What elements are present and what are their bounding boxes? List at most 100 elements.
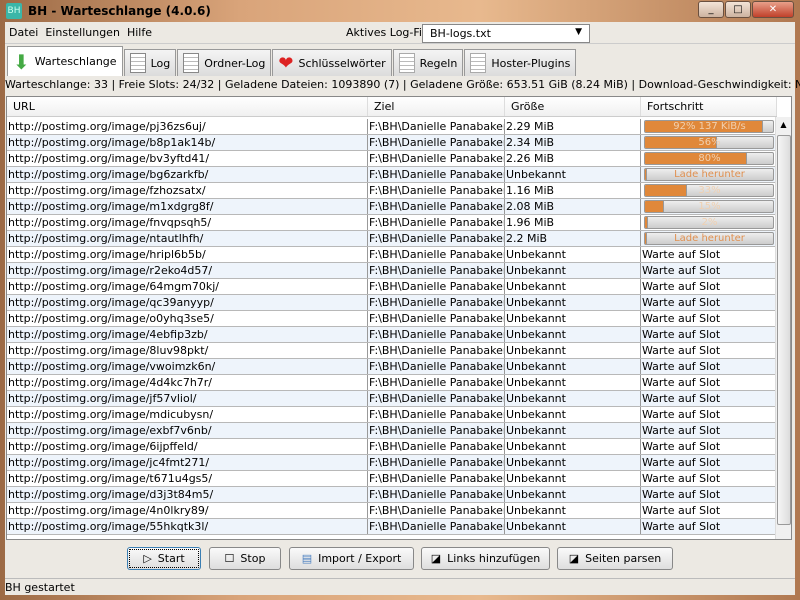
table-row[interactable]: http://postimg.org/image/o0yhq3se5/F:\BH… bbox=[7, 311, 777, 327]
button-label: Start bbox=[157, 552, 185, 565]
table-row[interactable]: http://postimg.org/image/fzhozsatx/F:\BH… bbox=[7, 183, 777, 199]
ziel-cell: F:\BH\Danielle Panabaker... bbox=[369, 247, 505, 262]
maximize-button[interactable]: □ bbox=[725, 1, 751, 18]
menu-datei[interactable]: Datei bbox=[6, 26, 41, 39]
progress-cell: Warte auf Slot bbox=[641, 503, 777, 518]
table-row[interactable]: http://postimg.org/image/4ebfip3zb/F:\BH… bbox=[7, 327, 777, 343]
ziel-cell: F:\BH\Danielle Panabaker... bbox=[369, 279, 505, 294]
table-row[interactable]: http://postimg.org/image/55hkqtk3l/F:\BH… bbox=[7, 519, 777, 535]
tab-schluesselwoerter[interactable]: ❤ Schlüsselwörter bbox=[272, 49, 392, 76]
scroll-thumb[interactable] bbox=[777, 135, 791, 525]
progress-fill bbox=[645, 185, 688, 196]
button-label: Seiten parsen bbox=[585, 552, 662, 565]
close-button[interactable]: ✕ bbox=[752, 1, 794, 18]
table-row[interactable]: http://postimg.org/image/6ijpffeld/F:\BH… bbox=[7, 439, 777, 455]
column-groesse[interactable]: Größe bbox=[505, 97, 641, 116]
progress-text: Warte auf Slot bbox=[642, 488, 721, 501]
size-cell: Unbekannt bbox=[505, 247, 641, 262]
title-bar: BH BH - Warteschlange (4.0.6) _ □ ✕ bbox=[0, 0, 800, 22]
url-cell: http://postimg.org/image/jf57vliol/ bbox=[7, 391, 368, 406]
table-row[interactable]: http://postimg.org/image/b8p1ak14b/F:\BH… bbox=[7, 135, 777, 151]
tab-label: Ordner-Log bbox=[204, 56, 266, 70]
import-export-button[interactable]: ▤ Import / Export bbox=[289, 547, 414, 570]
table-row[interactable]: http://postimg.org/image/bg6zarkfb/F:\BH… bbox=[7, 167, 777, 183]
table-row[interactable]: http://postimg.org/image/ntautlhfh/F:\BH… bbox=[7, 231, 777, 247]
table-row[interactable]: http://postimg.org/image/8luv98pkt/F:\BH… bbox=[7, 343, 777, 359]
url-cell: http://postimg.org/image/bg6zarkfb/ bbox=[7, 167, 368, 182]
progress-text: 33% bbox=[698, 185, 721, 196]
table-row[interactable]: http://postimg.org/image/bv3yftd41/F:\BH… bbox=[7, 151, 777, 167]
table-row[interactable]: http://postimg.org/image/fnvqpsqh5/F:\BH… bbox=[7, 215, 777, 231]
ziel-cell: F:\BH\Danielle Panabaker... bbox=[369, 199, 505, 214]
column-ziel[interactable]: Ziel bbox=[368, 97, 505, 116]
table-row[interactable]: http://postimg.org/image/m1xdgrg8f/F:\BH… bbox=[7, 199, 777, 215]
menu-einstellungen[interactable]: Einstellungen bbox=[42, 26, 123, 39]
ziel-cell: F:\BH\Danielle Panabaker... bbox=[369, 391, 505, 406]
ziel-cell: F:\BH\Danielle Panabaker... bbox=[369, 183, 505, 198]
table-row[interactable]: http://postimg.org/image/64mgm70kj/F:\BH… bbox=[7, 279, 777, 295]
progress-text: Warte auf Slot bbox=[642, 392, 721, 405]
table-row[interactable]: http://postimg.org/image/hripl6b5b/F:\BH… bbox=[7, 247, 777, 263]
progress-cell: Warte auf Slot bbox=[641, 359, 777, 374]
tab-label: Warteschlange bbox=[34, 55, 117, 68]
minimize-button[interactable]: _ bbox=[698, 1, 724, 18]
table-row[interactable]: http://postimg.org/image/pj36zs6uj/F:\BH… bbox=[7, 119, 777, 135]
table-row[interactable]: http://postimg.org/image/vwoimzk6n/F:\BH… bbox=[7, 359, 777, 375]
scroll-up-icon[interactable]: ▲ bbox=[776, 117, 791, 133]
tab-warteschlange[interactable]: ⬇ Warteschlange bbox=[7, 46, 123, 76]
size-cell: Unbekannt bbox=[505, 455, 641, 470]
tab-log[interactable]: Log bbox=[123, 49, 177, 76]
url-cell: http://postimg.org/image/exbf7v6nb/ bbox=[7, 423, 368, 438]
url-cell: http://postimg.org/image/4d4kc7h7r/ bbox=[7, 375, 368, 390]
progress-text: Warte auf Slot bbox=[642, 408, 721, 421]
column-fortschritt[interactable]: Fortschritt bbox=[641, 97, 777, 116]
queue-stats: Warteschlange: 33 | Freie Slots: 24/32 |… bbox=[5, 78, 800, 91]
parse-pages-button[interactable]: ◪ Seiten parsen bbox=[557, 547, 673, 570]
logfile-select[interactable]: BH-logs.txt ▼ bbox=[422, 24, 590, 43]
progress-cell: Warte auf Slot bbox=[641, 263, 777, 278]
url-cell: http://postimg.org/image/bv3yftd41/ bbox=[7, 151, 368, 166]
progress-cell: 15% bbox=[641, 199, 777, 214]
url-cell: http://postimg.org/image/pj36zs6uj/ bbox=[7, 119, 368, 134]
progress-cell: Warte auf Slot bbox=[641, 247, 777, 262]
table-row[interactable]: http://postimg.org/image/4n0lkry89/F:\BH… bbox=[7, 503, 777, 519]
start-button[interactable]: ▷ Start bbox=[127, 547, 201, 570]
url-cell: http://postimg.org/image/8luv98pkt/ bbox=[7, 343, 368, 358]
ziel-cell: F:\BH\Danielle Panabaker... bbox=[369, 503, 505, 518]
tab-regeln[interactable]: Regeln bbox=[392, 49, 464, 76]
table-row[interactable]: http://postimg.org/image/exbf7v6nb/F:\BH… bbox=[7, 423, 777, 439]
table-row[interactable]: http://postimg.org/image/qc39anyyp/F:\BH… bbox=[7, 295, 777, 311]
table-row[interactable]: http://postimg.org/image/r2eko4d57/F:\BH… bbox=[7, 263, 777, 279]
play-icon: ▷ bbox=[143, 552, 152, 565]
table-row[interactable]: http://postimg.org/image/d3j3t84m5/F:\BH… bbox=[7, 487, 777, 503]
ziel-cell: F:\BH\Danielle Panabaker... bbox=[369, 263, 505, 278]
table-row[interactable]: http://postimg.org/image/4d4kc7h7r/F:\BH… bbox=[7, 375, 777, 391]
size-cell: Unbekannt bbox=[505, 327, 641, 342]
url-cell: http://postimg.org/image/fzhozsatx/ bbox=[7, 183, 368, 198]
add-links-button[interactable]: ◪ Links hinzufügen bbox=[421, 547, 550, 570]
size-cell: Unbekannt bbox=[505, 279, 641, 294]
vertical-scrollbar[interactable]: ▲ bbox=[775, 117, 791, 539]
progress-text: Warte auf Slot bbox=[642, 376, 721, 389]
chevron-down-icon: ▼ bbox=[575, 27, 582, 37]
progress-text: 92% 137 KiB/s bbox=[673, 121, 746, 132]
url-cell: http://postimg.org/image/55hkqtk3l/ bbox=[7, 519, 368, 534]
size-cell: Unbekannt bbox=[505, 487, 641, 502]
size-cell: 2.34 MiB bbox=[505, 135, 641, 150]
table-row[interactable]: http://postimg.org/image/t671u4gs5/F:\BH… bbox=[7, 471, 777, 487]
size-cell: Unbekannt bbox=[505, 343, 641, 358]
tab-bar: ⬇ Warteschlange Log Ordner-Log ❤ Schlüssel… bbox=[7, 46, 577, 76]
tab-ordner-log[interactable]: Ordner-Log bbox=[177, 49, 272, 76]
column-url[interactable]: URL bbox=[7, 97, 368, 116]
url-cell: http://postimg.org/image/6ijpffeld/ bbox=[7, 439, 368, 454]
table-row[interactable]: http://postimg.org/image/mdicubysn/F:\BH… bbox=[7, 407, 777, 423]
stop-button[interactable]: ☐ Stop bbox=[209, 547, 281, 570]
progress-cell: 56% bbox=[641, 135, 777, 150]
progress-bar: 15% bbox=[644, 200, 774, 213]
menu-hilfe[interactable]: Hilfe bbox=[124, 26, 155, 39]
table-row[interactable]: http://postimg.org/image/jf57vliol/F:\BH… bbox=[7, 391, 777, 407]
size-cell: Unbekannt bbox=[505, 263, 641, 278]
table-row[interactable]: http://postimg.org/image/jc4fmt271/F:\BH… bbox=[7, 455, 777, 471]
tab-hoster-plugins[interactable]: Hoster-Plugins bbox=[464, 49, 577, 76]
download-arrow-icon: ⬇ bbox=[13, 49, 30, 74]
